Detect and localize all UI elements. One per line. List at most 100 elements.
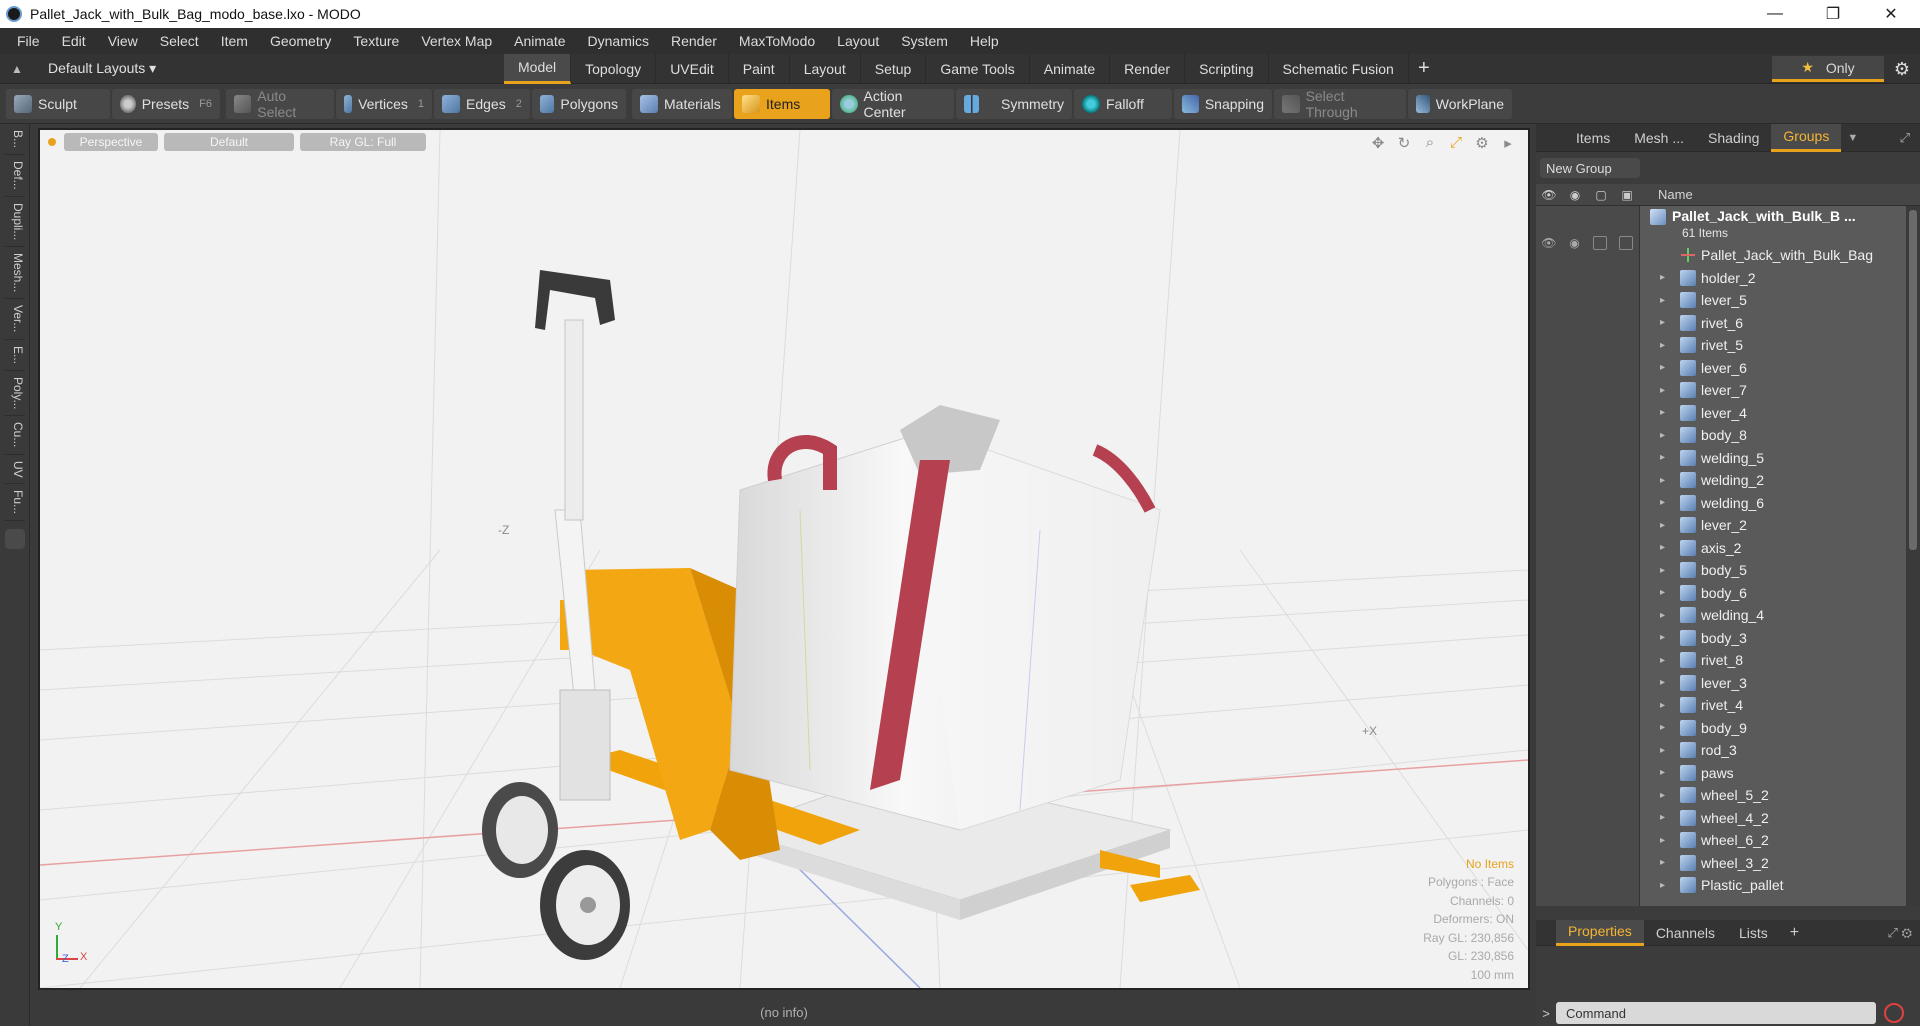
expand-arrow-icon[interactable]: ▸ [1660,835,1680,846]
panel-tab-groups[interactable]: Groups [1771,123,1842,152]
expand-arrow-icon[interactable]: ▸ [1660,587,1680,598]
command-input[interactable]: Command [1556,1002,1876,1024]
props-tab-channels[interactable]: Channels [1644,920,1727,946]
gear-icon[interactable]: ⚙ [1894,59,1910,80]
menu-item-render[interactable]: Render [660,33,728,49]
tree-item-row[interactable]: ▸ lever_7 [1640,379,1906,402]
tree-item-row[interactable]: ▸ wheel_4_2 [1640,807,1906,830]
snapping-button[interactable]: Snapping [1174,88,1272,119]
left-tab-6[interactable]: Poly... [5,371,25,417]
panel-tabs-dropdown-icon[interactable]: ▼ [1847,132,1858,144]
panel-tab-shading[interactable]: Shading [1696,124,1771,152]
render-header-icon[interactable]: ◉ [1562,188,1588,202]
expand-arrow-icon[interactable]: ▸ [1660,542,1680,553]
expand-arrow-icon[interactable]: ▸ [1660,655,1680,666]
menu-item-dynamics[interactable]: Dynamics [577,33,660,49]
tree-item-row[interactable]: ▸ lever_5 [1640,289,1906,312]
viewport-more-icon[interactable]: ▸ [1498,134,1518,154]
layout-tab-setup[interactable]: Setup [861,53,927,84]
tree-scrollbar[interactable] [1906,206,1920,906]
collapse-up-icon[interactable]: ▲ [0,62,34,76]
tree-item-row[interactable]: ▸ rod_3 [1640,739,1906,762]
expand-arrow-icon[interactable]: ▸ [1660,385,1680,396]
layout-tab-topology[interactable]: Topology [571,53,657,84]
expand-arrow-icon[interactable]: ▸ [1660,520,1680,531]
tree-item-row[interactable]: ▸ Plastic_pallet [1640,874,1906,897]
expand-arrow-icon[interactable]: ▸ [1660,700,1680,711]
minimize-button[interactable]: — [1746,0,1804,28]
raygl-dropdown[interactable]: Ray GL: Full [300,133,426,151]
root-render-icon[interactable]: ◉ [1562,236,1588,250]
select-through-button[interactable]: Select Through [1274,88,1406,120]
tree-item-row[interactable]: ▸ rivet_8 [1640,649,1906,672]
menu-item-animate[interactable]: Animate [503,33,576,49]
layout-tab-layout[interactable]: Layout [790,53,861,84]
expand-arrow-icon[interactable]: ▸ [1660,317,1680,328]
left-tabs-toggle[interactable] [5,529,25,550]
root-select-checkbox[interactable] [1619,236,1633,250]
tree-item-row[interactable]: ▸ wheel_6_2 [1640,829,1906,852]
expand-arrow-icon[interactable]: ▸ [1660,722,1680,733]
props-panel-icons[interactable]: ⤢ ⚙ [1887,925,1912,941]
expand-arrow-icon[interactable]: ▸ [1660,632,1680,643]
default-layouts-dropdown[interactable]: Default Layouts ▾ [34,60,504,77]
root-lock-checkbox[interactable] [1593,236,1608,250]
auto-select-button[interactable]: Auto Select [226,88,334,120]
left-tab-5[interactable]: E... [5,340,25,371]
panel-tab-mesh[interactable]: Mesh ... [1622,124,1696,152]
tree-item-row[interactable]: ▸ welding_6 [1640,492,1906,515]
menu-item-view[interactable]: View [97,33,149,49]
items-button[interactable]: Items [734,88,830,119]
layout-tab-render[interactable]: Render [1110,53,1186,84]
tree-item-row[interactable]: ▸ axis_2 [1640,537,1906,560]
zoom-icon[interactable]: ⌕ [1420,134,1440,154]
expand-arrow-icon[interactable]: ▸ [1660,880,1680,891]
menu-item-edit[interactable]: Edit [51,33,97,49]
layout-tab-model[interactable]: Model [504,53,572,84]
expand-arrow-icon[interactable]: ▸ [1660,430,1680,441]
workplane-button[interactable]: WorkPlane [1408,88,1512,119]
perspective-dropdown[interactable]: Perspective [64,133,158,151]
expand-arrow-icon[interactable]: ▸ [1660,272,1680,283]
menu-item-layout[interactable]: Layout [826,33,890,49]
left-tab-2[interactable]: Dupli... [5,197,25,248]
vertices-button[interactable]: Vertices 1 [336,88,432,119]
root-group-row[interactable]: Pallet_Jack_with_Bulk_B ... 61 Items [1640,206,1906,244]
expand-arrow-icon[interactable]: ▸ [1660,565,1680,576]
add-props-tab-button[interactable]: + [1790,924,1799,942]
expand-arrow-icon[interactable]: ▸ [1660,745,1680,756]
tree-item-row[interactable]: ▸ lever_3 [1640,672,1906,695]
menu-item-help[interactable]: Help [959,33,1010,49]
tree-item-row[interactable]: Pallet_Jack_with_Bulk_Bag [1640,244,1906,267]
panel-tab-items[interactable]: Items [1564,124,1622,152]
add-layout-tab-button[interactable]: + [1409,57,1439,80]
tree-item-row[interactable]: ▸ wheel_3_2 [1640,852,1906,875]
left-tab-7[interactable]: Cu... [5,416,25,455]
tree-item-row[interactable]: ▸ welding_4 [1640,604,1906,627]
viewport-menu-dot[interactable] [48,138,56,146]
props-tab-properties[interactable]: Properties [1556,919,1644,946]
tree-item-row[interactable]: ▸ rivet_4 [1640,694,1906,717]
tree-item-row[interactable]: ▸ paws [1640,762,1906,785]
stop-icon[interactable] [1884,1003,1904,1023]
edges-button[interactable]: Edges 2 [434,88,530,119]
menu-item-maxtomodo[interactable]: MaxToModo [728,33,826,49]
layout-tab-paint[interactable]: Paint [729,53,790,84]
tree-item-row[interactable]: ▸ body_6 [1640,582,1906,605]
left-tab-4[interactable]: Ver... [5,299,25,340]
expand-arrow-icon[interactable]: ▸ [1660,497,1680,508]
layout-tab-uvedit[interactable]: UVEdit [656,53,729,84]
tree-item-row[interactable]: ▸ rivet_6 [1640,312,1906,335]
tree-item-row[interactable]: ▸ lever_6 [1640,357,1906,380]
action-center-button[interactable]: Action Center [832,88,954,120]
fit-icon[interactable]: ⤢ [1446,134,1466,154]
expand-arrow-icon[interactable]: ▸ [1660,857,1680,868]
expand-arrow-icon[interactable]: ▸ [1660,610,1680,621]
pan-icon[interactable]: ✥ [1368,134,1388,154]
menu-item-geometry[interactable]: Geometry [259,33,342,49]
rotate-icon[interactable]: ↻ [1394,134,1414,154]
menu-item-file[interactable]: File [6,33,51,49]
tree-item-row[interactable]: ▸ lever_2 [1640,514,1906,537]
presets-button[interactable]: Presets F6 [112,88,220,119]
materials-button[interactable]: Materials [632,88,732,119]
